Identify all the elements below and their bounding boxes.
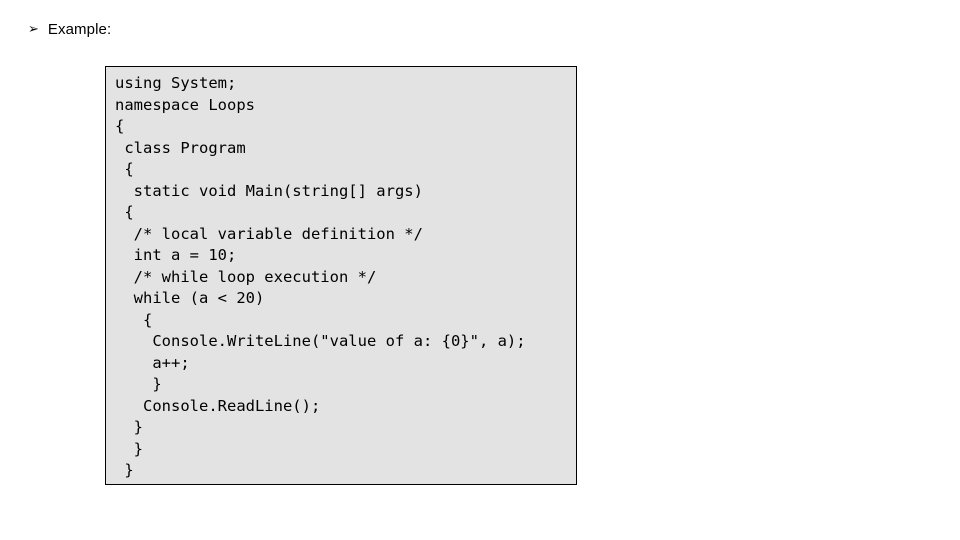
code-line: a++; bbox=[115, 353, 190, 372]
code-example-box: using System; namespace Loops { class Prog… bbox=[105, 66, 577, 485]
page-title: Example: bbox=[47, 21, 112, 38]
code-line: } bbox=[115, 418, 143, 436]
code-line: static void Main(string[] args) bbox=[115, 181, 423, 200]
code-line: { bbox=[115, 203, 134, 221]
code-line: { bbox=[115, 117, 125, 135]
code-line: /* local variable definition */ bbox=[115, 224, 423, 243]
slide-canvas: ➢ Example: using System; namespace Loops {… bbox=[0, 0, 960, 540]
code-line: int a = 10; bbox=[115, 246, 237, 264]
code-line: /* while loop execution */ bbox=[115, 267, 377, 286]
code-line: { bbox=[115, 160, 134, 178]
bullet-heading: ➢ Example: bbox=[28, 22, 111, 37]
code-line: } bbox=[115, 375, 162, 393]
arrowhead-bullet-icon: ➢ bbox=[28, 22, 39, 37]
code-line: { bbox=[115, 310, 153, 329]
code-listing: using System; namespace Loops { class Prog… bbox=[115, 73, 576, 482]
code-line: } bbox=[115, 461, 134, 479]
code-line: using System; bbox=[115, 74, 237, 92]
code-line: while (a < 20) bbox=[115, 289, 265, 307]
code-line: Console.WriteLine("value of a: {0}", a); bbox=[115, 332, 526, 350]
code-line: namespace Loops bbox=[115, 95, 255, 114]
code-line: class Program bbox=[115, 138, 246, 157]
code-line: Console.ReadLine(); bbox=[115, 396, 321, 415]
code-line: } bbox=[115, 439, 143, 458]
